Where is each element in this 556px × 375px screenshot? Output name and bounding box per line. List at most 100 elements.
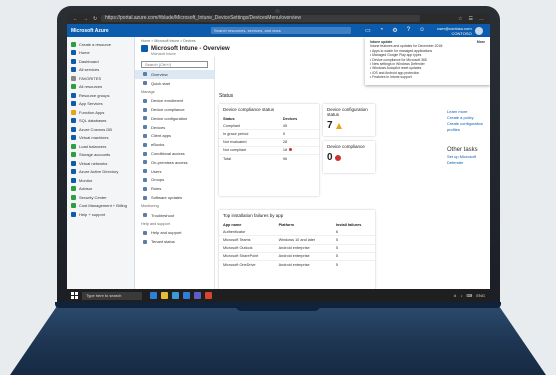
menu-item[interactable]: Overview — [135, 70, 214, 79]
table-row[interactable]: Total 96 — [219, 153, 319, 163]
menu-item[interactable]: Groups — [135, 176, 214, 185]
sidebar-item[interactable]: Dashboard — [67, 57, 134, 66]
menu-item[interactable]: On-premises access — [135, 158, 214, 167]
sidebar-item[interactable]: Cost Management + Billing — [67, 202, 134, 211]
user-menu[interactable]: user@contoso.com CONTOSO — [437, 26, 472, 36]
sidebar-item[interactable]: All resources — [67, 83, 134, 92]
menu-item[interactable]: Roles — [135, 184, 214, 193]
tray-item[interactable]: ∧ — [454, 293, 457, 298]
avatar[interactable] — [474, 26, 483, 35]
compliance-status-card[interactable]: Device compliance status Status Devices C… — [219, 104, 319, 196]
tray-item[interactable]: ⌨ — [467, 293, 473, 298]
breadcrumb[interactable]: Home > Microsoft Intune > Devices — [141, 39, 196, 43]
mail-icon[interactable] — [183, 292, 190, 299]
sidebar-item[interactable]: Monitor — [67, 176, 134, 185]
table-row[interactable]: Microsoft SharePoint Android enterprise 5 — [219, 251, 375, 261]
sidebar-item[interactable]: Help + support — [67, 210, 134, 219]
sidebar-item[interactable]: Virtual networks — [67, 159, 134, 168]
notification-panel[interactable]: Intune update More Intune features and u… — [365, 37, 490, 85]
table-row[interactable]: Microsoft Teams Windows 10 and later 5 — [219, 235, 375, 245]
menu-item[interactable]: Help and support — [135, 228, 214, 237]
gear-icon[interactable]: ⚙ — [392, 27, 397, 34]
menu-item-icon — [143, 195, 147, 200]
edge-icon[interactable] — [150, 292, 157, 299]
notification-more-link[interactable]: More — [477, 40, 485, 44]
menu-item[interactable]: Quick start — [135, 79, 214, 88]
sidebar-item[interactable]: Storage accounts — [67, 151, 134, 160]
tray-item[interactable]: ♪ — [461, 293, 463, 298]
table-row[interactable]: Authenticator 6 — [219, 228, 375, 236]
more-icon[interactable]: … — [479, 16, 484, 22]
cloud-shell-icon[interactable]: ▭ — [365, 27, 371, 34]
sidebar-item[interactable]: App Services — [67, 100, 134, 109]
intune-icon — [141, 45, 148, 52]
menu-item[interactable]: Tenant status — [135, 237, 214, 246]
hub-icon[interactable]: ☰ — [469, 16, 473, 22]
table-row[interactable]: Not compliant 18 — [219, 145, 319, 155]
platform-cell: Android enterprise — [274, 251, 332, 261]
windows-start-icon[interactable] — [71, 292, 78, 299]
sidebar-item[interactable]: Resource groups — [67, 91, 134, 100]
sidebar-item[interactable]: Advisor — [67, 185, 134, 194]
user-name: user@contoso.com — [437, 25, 472, 31]
menu-item-label: Device enrollment — [151, 98, 184, 104]
sidebar-item-label: Virtual networks — [79, 160, 108, 166]
menu-item[interactable]: Conditional access — [135, 149, 214, 158]
menu-item[interactable]: Devices — [135, 123, 214, 132]
topbar-icons: ▭ ◔ ⚙ ? ☺ — [365, 27, 425, 34]
menu-item[interactable]: Device compliance — [135, 105, 214, 114]
card-title: Top installation failures by app — [223, 213, 284, 218]
menu-item-label: Tenant status — [151, 239, 175, 245]
sidebar-item[interactable]: Function Apps — [67, 108, 134, 117]
sidebar-item[interactable]: Security Center — [67, 193, 134, 202]
menu-item-icon — [143, 151, 147, 156]
help-icon[interactable]: ? — [407, 27, 410, 34]
menu-item[interactable]: eBooks — [135, 140, 214, 149]
table-row[interactable]: Microsoft OneDrive Android enterprise 5 — [219, 259, 375, 269]
help-link[interactable]: Create configuration profiles — [447, 121, 490, 133]
tray-item[interactable]: ENG — [476, 293, 485, 298]
menu-item[interactable]: Troubleshoot — [135, 211, 214, 220]
menu-item[interactable]: Software updates — [135, 193, 214, 202]
feedback-icon[interactable]: ☺ — [419, 27, 425, 34]
sidebar-item-label: Storage accounts — [79, 152, 111, 158]
sidebar-item-label: Load balancers — [79, 143, 107, 149]
menu-item[interactable]: Users — [135, 167, 214, 176]
sidebar-item[interactable]: Load balancers — [67, 142, 134, 151]
sidebar-item[interactable]: Home — [67, 49, 134, 58]
azure-brand[interactable]: Microsoft Azure — [67, 28, 135, 34]
windows-taskbar: Type here to search ∧ ♪ ⌨ ENG — [67, 289, 490, 302]
forward-icon[interactable]: → — [83, 16, 88, 22]
sidebar-item[interactable]: FAVORITES — [67, 74, 134, 83]
favorite-icon[interactable]: ☆ — [458, 16, 462, 22]
teams-icon[interactable] — [194, 292, 201, 299]
compliance-policy-card[interactable]: Device compliance 0 — [323, 141, 375, 173]
menu-item[interactable]: Device enrollment — [135, 96, 214, 105]
table-row[interactable]: Compliant 45 — [219, 122, 319, 130]
menu-item-icon — [143, 133, 147, 138]
taskbar-search-input[interactable]: Type here to search — [82, 291, 142, 300]
office-icon[interactable] — [205, 292, 212, 299]
address-bar[interactable]: https://portal.azure.com/#blade/Microsof… — [101, 15, 420, 22]
sidebar-item[interactable]: Azure Cosmos DB — [67, 125, 134, 134]
other-task-link[interactable]: Set up Microsoft Defender — [447, 154, 490, 166]
menu-item[interactable]: Client apps — [135, 132, 214, 141]
store-icon[interactable] — [172, 292, 179, 299]
back-icon[interactable]: ← — [73, 16, 78, 22]
explorer-icon[interactable] — [161, 292, 168, 299]
sidebar-item[interactable]: Virtual machines — [67, 134, 134, 143]
sidebar-item[interactable]: All services — [67, 66, 134, 75]
menu-item[interactable]: Device configuration — [135, 114, 214, 123]
config-status-card[interactable]: Device configuration status 7 — [323, 104, 375, 136]
table-row[interactable]: Not evaluated 28 — [219, 137, 319, 147]
table-row[interactable]: Microsoft Outlook Android enterprise 5 — [219, 243, 375, 253]
global-search-input[interactable]: Search resources, services, and docs — [211, 27, 351, 34]
refresh-icon[interactable]: ↻ — [93, 16, 97, 22]
bell-icon[interactable]: ◔ — [380, 27, 384, 34]
app-failures-card[interactable]: Top installation failures by app App nam… — [219, 210, 375, 294]
sidebar-item[interactable]: Azure Active Directory — [67, 168, 134, 177]
menu-search-input[interactable]: Search (Ctrl+/) — [141, 61, 208, 68]
sidebar-item[interactable]: Create a resource — [67, 40, 134, 49]
table-row[interactable]: In grace period 5 — [219, 129, 319, 139]
sidebar-item[interactable]: SQL databases — [67, 117, 134, 126]
